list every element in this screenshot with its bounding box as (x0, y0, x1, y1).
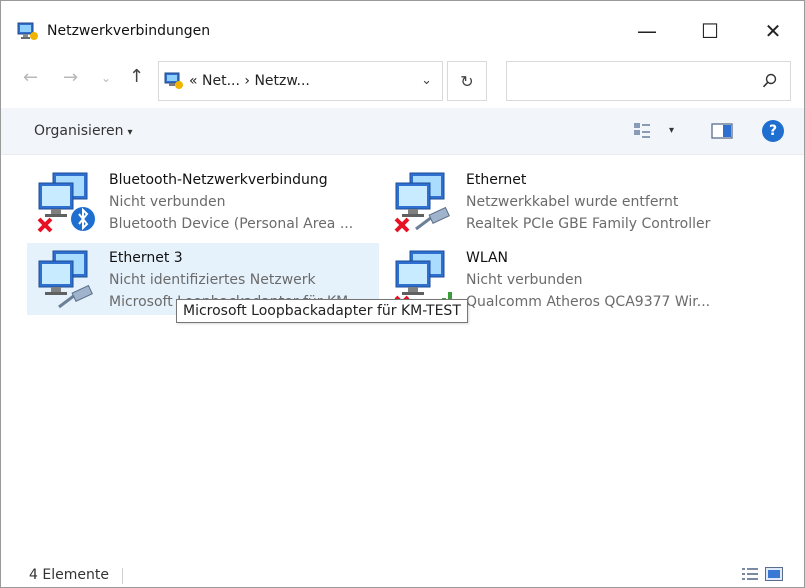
status-divider (122, 568, 123, 584)
error-x-icon (394, 217, 410, 233)
status-bar: 4 Elemente (1, 561, 804, 587)
network-computer-icon (394, 172, 450, 233)
control-panel-icon (164, 72, 183, 89)
address-dropdown-chevron-icon[interactable]: ⌄ (421, 73, 432, 88)
network-cable-icon (58, 284, 93, 309)
network-computer-icon (38, 250, 93, 309)
network-computer-icon (37, 172, 95, 233)
view-options-caret-icon[interactable]: ▾ (669, 125, 674, 136)
connection-details: WLAN Nicht verbunden Qualcomm Atheros QC… (466, 247, 710, 313)
network-connections-icon (17, 22, 38, 40)
explorer-window: Netzwerkverbindungen — ☐ ✕ ← → ⌄ ↑ « Net… (0, 0, 805, 588)
connection-details: Ethernet Netzwerkkabel wurde entfernt Re… (466, 169, 710, 235)
connection-name: WLAN (466, 250, 509, 266)
connection-name: Ethernet (466, 172, 527, 188)
minimize-button[interactable]: — (624, 11, 670, 51)
window-title: Netzwerkverbindungen (47, 23, 211, 39)
connection-status: Nicht identifiziertes Netzwerk (109, 272, 316, 288)
search-icon (762, 73, 777, 88)
connection-status: Netzwerkkabel wurde entfernt (466, 194, 679, 210)
large-icons-view-icon[interactable] (765, 567, 783, 581)
bluetooth-icon (71, 207, 95, 231)
address-bar[interactable]: « Net... › Netzw... ⌄ (158, 61, 443, 101)
connection-item-ethernet[interactable]: Ethernet Netzwerkkabel wurde entfernt Re… (384, 165, 736, 237)
connection-name: Ethernet 3 (109, 250, 183, 266)
recent-locations-chevron-icon[interactable]: ⌄ (101, 71, 111, 85)
connection-device: Qualcomm Atheros QCA9377 Wir... (466, 294, 711, 310)
connection-name: Bluetooth-Netzwerkverbindung (109, 172, 328, 188)
connection-device: Realtek PCIe GBE Family Controller (466, 216, 711, 232)
title-bar: Netzwerkverbindungen — ☐ ✕ (1, 1, 804, 51)
connection-device: Bluetooth Device (Personal Area ... (109, 216, 354, 232)
change-view-icon[interactable] (633, 122, 653, 140)
maximize-button[interactable]: ☐ (687, 11, 733, 51)
connection-status: Nicht verbunden (109, 194, 226, 210)
connection-status: Nicht verbunden (466, 272, 583, 288)
connection-details: Bluetooth-Netzwerkverbindung Nicht verbu… (109, 169, 353, 235)
organize-menu-button[interactable]: Organisieren ▾ (34, 123, 133, 139)
organize-caret-icon: ▾ (127, 127, 133, 138)
forward-arrow-icon[interactable]: → (63, 67, 78, 88)
command-bar: Organisieren ▾ ▾ ? (1, 108, 804, 155)
navigation-bar: ← → ⌄ ↑ « Net... › Netzw... ⌄ ↻ (1, 53, 804, 103)
close-button[interactable]: ✕ (750, 11, 796, 51)
details-view-icon[interactable] (742, 567, 758, 581)
back-arrow-icon[interactable]: ← (23, 67, 38, 88)
network-cable-icon (415, 206, 450, 231)
error-x-icon (37, 217, 53, 233)
organize-label: Organisieren (34, 123, 124, 139)
help-icon[interactable]: ? (762, 120, 784, 142)
item-count: 4 Elemente (29, 567, 109, 583)
device-tooltip: Microsoft Loopbackadapter für KM-TEST (176, 299, 468, 323)
connection-item-bluetooth[interactable]: Bluetooth-Netzwerkverbindung Nicht verbu… (27, 165, 379, 237)
address-path: « Net... › Netzw... (189, 73, 310, 89)
search-input[interactable] (506, 61, 791, 101)
preview-pane-icon[interactable] (711, 123, 733, 139)
refresh-button[interactable]: ↻ (447, 61, 487, 101)
up-arrow-icon[interactable]: ↑ (129, 66, 144, 87)
